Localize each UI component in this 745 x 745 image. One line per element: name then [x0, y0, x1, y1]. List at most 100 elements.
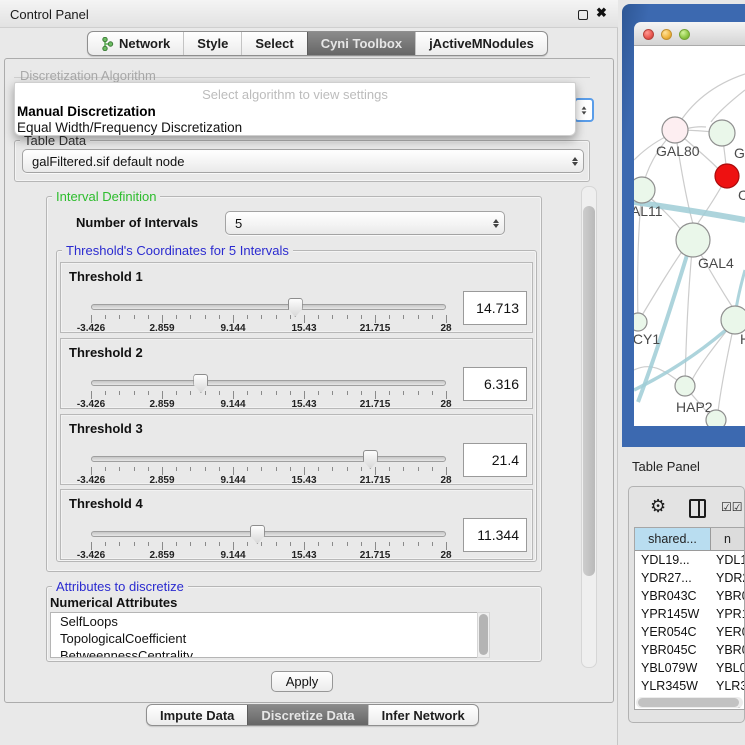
network-node-gcy1[interactable] — [634, 313, 647, 331]
control-panel-titlebar — [0, 0, 618, 28]
bottom-tab-infer-network[interactable]: Infer Network — [368, 705, 478, 725]
algorithm-dropdown-popup: Select algorithm to view settings Manual… — [14, 82, 576, 136]
cell-name[interactable]: YBR0 — [711, 587, 744, 605]
cell-name[interactable]: YLR3 — [711, 677, 744, 695]
network-node-c[interactable] — [715, 164, 739, 188]
algorithm-group-label: Discretization Algorithm — [20, 68, 156, 83]
cell-name[interactable]: YER0 — [711, 623, 744, 641]
threshold-value-field[interactable]: 21.4 — [463, 443, 527, 477]
threshold-value-field[interactable]: 14.713 — [463, 291, 527, 325]
cell-shared-name[interactable]: YLR345W — [635, 677, 711, 695]
network-node-label: HAP2 — [676, 399, 713, 415]
float-window-icon[interactable] — [578, 10, 588, 20]
table-row[interactable]: YER054CYER0 — [635, 623, 744, 641]
traffic-zoom-icon[interactable] — [679, 29, 690, 40]
cell-name[interactable]: YBR0 — [711, 641, 744, 659]
threshold-slider-track[interactable] — [91, 456, 446, 462]
cell-name[interactable]: YBL0 — [711, 659, 744, 677]
algorithm-combo[interactable] — [574, 98, 594, 122]
close-icon[interactable]: ✖ — [596, 5, 607, 21]
node-table: shared... n YDL19...YDL1YDR27...YDR2YBR0… — [634, 527, 745, 710]
network-graph: GAL80GACGAL11GAL4GCY1HHAP2 — [634, 46, 745, 426]
threshold-label: Threshold 3 — [69, 421, 143, 436]
network-canvas[interactable]: GAL80GACGAL11GAL4GCY1HHAP2 — [634, 46, 745, 426]
threshold-slider-track[interactable] — [91, 304, 446, 310]
table-row[interactable]: YDL19...YDL1 — [635, 551, 744, 569]
network-node-label: GAL4 — [698, 255, 734, 271]
network-node-gal4[interactable] — [676, 223, 710, 257]
attribute-item[interactable]: SelfLoops — [51, 613, 489, 630]
threshold-value-field[interactable]: 11.344 — [463, 518, 527, 552]
column-header-name[interactable]: n — [711, 528, 744, 550]
threshold-label: Threshold 4 — [69, 496, 143, 511]
attribute-item[interactable]: TopologicalCoefficient — [51, 630, 489, 647]
bottom-tab-impute-data[interactable]: Impute Data — [147, 705, 247, 725]
split-columns-icon[interactable] — [689, 499, 706, 518]
network-node-label: C — [738, 187, 745, 203]
slider-tick-labels: -3.4262.8599.14415.4321.71528 — [91, 475, 446, 485]
num-intervals-combo[interactable]: 5 — [225, 211, 505, 235]
network-node[interactable] — [706, 410, 726, 426]
numerical-attributes-list[interactable]: SelfLoopsTopologicalCoefficientBetweenne… — [50, 612, 490, 658]
network-node-gal80[interactable] — [662, 117, 688, 143]
network-node-h[interactable] — [721, 306, 745, 334]
cell-shared-name[interactable]: YBL079W — [635, 659, 711, 677]
threshold-slider-track[interactable] — [91, 531, 446, 537]
table-row[interactable]: YPR145WYPR1 — [635, 605, 744, 623]
cell-shared-name[interactable]: YPR145W — [635, 605, 711, 623]
select-columns-icon[interactable]: ☑☑ — [721, 500, 743, 514]
network-node-label: GAL11 — [634, 203, 663, 219]
table-hscrollbar-thumb[interactable] — [638, 698, 739, 707]
traffic-close-icon[interactable] — [643, 29, 654, 40]
tab-label: Style — [197, 36, 228, 51]
apply-button[interactable]: Apply — [271, 671, 333, 692]
table-row[interactable]: YBL079WYBL0 — [635, 659, 744, 677]
cell-shared-name[interactable]: YBR043C — [635, 587, 711, 605]
numerical-attributes-label: Numerical Attributes — [50, 595, 177, 610]
tab-jactivemnodules[interactable]: jActiveMNodules — [415, 32, 547, 55]
attributes-scrollbar-thumb[interactable] — [479, 614, 488, 655]
algorithm-option-manual[interactable]: Manual Discretization — [17, 104, 156, 119]
network-node-ga[interactable] — [709, 120, 735, 146]
cell-name[interactable]: YDL1 — [711, 551, 744, 569]
cell-shared-name[interactable]: YER054C — [635, 623, 711, 641]
network-node-label: GAL80 — [656, 143, 700, 159]
table-row[interactable]: YBR045CYBR0 — [635, 641, 744, 659]
tab-network[interactable]: Network — [88, 32, 183, 55]
cell-name[interactable]: YDR2 — [711, 569, 744, 587]
interval-definition-label: Interval Definition — [52, 189, 160, 204]
cell-shared-name[interactable]: YBR045C — [635, 641, 711, 659]
tab-select[interactable]: Select — [241, 32, 306, 55]
attribute-item[interactable]: BetweennessCentrality — [51, 647, 489, 658]
gear-icon[interactable]: ⚙ — [650, 496, 666, 517]
table-data-combo[interactable]: galFiltered.sif default node — [22, 149, 584, 173]
network-edge[interactable] — [711, 90, 745, 122]
tab-label: jActiveMNodules — [429, 36, 534, 51]
tab-label: Network — [119, 36, 170, 51]
tab-style[interactable]: Style — [183, 32, 241, 55]
network-node-hap2[interactable] — [675, 376, 695, 396]
table-row[interactable]: YBR043CYBR0 — [635, 587, 744, 605]
table-row[interactable]: YLR345WYLR3 — [635, 677, 744, 695]
tab-label: Cyni Toolbox — [321, 36, 402, 51]
algorithm-option-equal-width[interactable]: Equal Width/Frequency Discretization — [17, 120, 242, 135]
traffic-minimize-icon[interactable] — [661, 29, 672, 40]
num-intervals-label: Number of Intervals — [76, 215, 198, 230]
network-node-gal11[interactable] — [634, 177, 655, 203]
tab-label: Select — [255, 36, 293, 51]
threshold-slider-track[interactable] — [91, 380, 446, 386]
network-window-titlebar[interactable] — [634, 22, 745, 46]
cell-shared-name[interactable]: YDL19... — [635, 551, 711, 569]
content-scrollbar-thumb[interactable] — [583, 206, 595, 576]
bottom-tab-discretize-data[interactable]: Discretize Data — [247, 705, 367, 725]
table-hscrollbar-track[interactable] — [636, 697, 743, 708]
column-header-shared-name[interactable]: shared... — [635, 528, 711, 550]
network-node-label: H — [740, 331, 745, 347]
spinner-icon — [488, 219, 504, 228]
tab-cyni-toolbox[interactable]: Cyni Toolbox — [307, 32, 415, 55]
table-row[interactable]: YDR27...YDR2 — [635, 569, 744, 587]
cell-name[interactable]: YPR1 — [711, 605, 744, 623]
cell-shared-name[interactable]: YDR27... — [635, 569, 711, 587]
network-node-label: GCY1 — [634, 331, 660, 347]
threshold-value-field[interactable]: 6.316 — [463, 367, 527, 401]
